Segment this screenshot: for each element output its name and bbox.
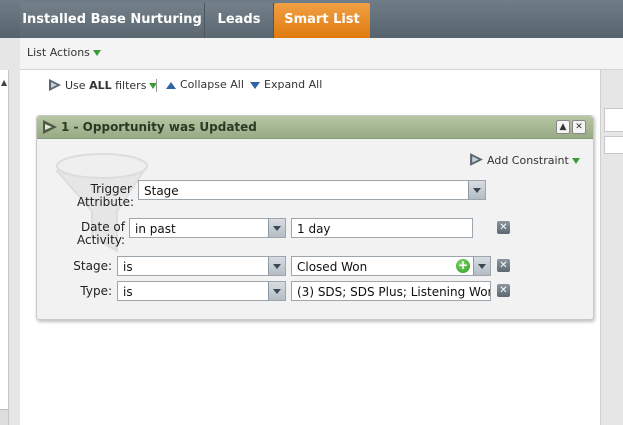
chevron-down-icon[interactable]	[468, 181, 485, 199]
collapse-arrow-icon[interactable]: ▲	[1, 78, 7, 87]
delete-constraint-icon[interactable]: ✕	[497, 259, 510, 272]
list-actions-menu[interactable]: List Actions	[27, 46, 101, 59]
right-panel-edge	[600, 70, 623, 425]
use-all-filters-menu[interactable]: Use ALL filters	[48, 78, 158, 92]
tab-smart-list[interactable]: Smart List	[274, 3, 370, 38]
collapse-icon	[166, 82, 176, 89]
toolbar-divider	[156, 79, 157, 92]
dropdown-arrow-icon	[571, 158, 580, 164]
right-panel-box	[604, 136, 623, 154]
close-icon[interactable]: ✕	[572, 120, 586, 134]
left-panel-edge: ▲	[0, 70, 9, 425]
add-constraint-menu[interactable]: Add Constraint	[469, 152, 580, 167]
left-gutter	[9, 38, 20, 425]
date-value-input[interactable]: 1 day	[291, 218, 473, 238]
stage-label: Stage:	[73, 259, 112, 273]
expand-all-button[interactable]: Expand All	[250, 78, 322, 91]
list-actions-bar: List Actions	[20, 38, 623, 70]
list-actions-label: List Actions	[27, 46, 90, 59]
date-of-activity-label: Date of Activity:	[77, 220, 126, 247]
stage-operator-select[interactable]: is	[117, 256, 286, 276]
collapse-filter-button[interactable]: ▲	[556, 120, 570, 134]
type-operator-select[interactable]: is	[117, 281, 286, 301]
left-scrollbar[interactable]	[0, 409, 8, 425]
date-operator-select[interactable]: in past	[129, 218, 286, 238]
filter-card-header[interactable]: 1 - Opportunity was Updated ▲ ✕	[37, 116, 593, 139]
dropdown-arrow-icon	[92, 50, 101, 56]
delete-constraint-icon[interactable]: ✕	[497, 284, 510, 297]
chevron-down-icon[interactable]	[473, 257, 490, 275]
chevron-down-icon[interactable]	[268, 282, 285, 300]
add-value-icon[interactable]: +	[456, 259, 470, 273]
expand-icon	[250, 82, 260, 89]
chevron-down-icon[interactable]	[268, 257, 285, 275]
collapse-all-button[interactable]: Collapse All	[166, 78, 244, 91]
funnel-icon	[49, 79, 61, 91]
filter-toolbar: Use ALL filters Collapse All Expand All	[20, 71, 623, 99]
delete-constraint-icon[interactable]: ✕	[497, 221, 510, 234]
tab-installed-base-nurturing[interactable]: Installed Base Nurturing	[20, 3, 205, 38]
type-label: Type:	[80, 284, 112, 298]
filter-title: 1 - Opportunity was Updated	[61, 120, 257, 134]
trigger-attribute-select[interactable]: Stage	[138, 180, 486, 200]
chevron-down-icon[interactable]	[268, 219, 285, 237]
tab-leads[interactable]: Leads	[205, 3, 274, 38]
right-panel-box	[604, 108, 623, 132]
funnel-icon	[43, 120, 57, 134]
type-value-input[interactable]: (3) SDS; SDS Plus; Listening Works	[291, 281, 491, 301]
stage-value-select[interactable]: Closed Won +	[291, 256, 491, 276]
filter-card: 1 - Opportunity was Updated ▲ ✕ Add Cons…	[36, 115, 594, 320]
top-tab-bar: Installed Base Nurturing Leads Smart Lis…	[0, 0, 623, 38]
trigger-attribute-label: Trigger Attribute:	[77, 182, 135, 209]
funnel-icon	[470, 153, 483, 166]
